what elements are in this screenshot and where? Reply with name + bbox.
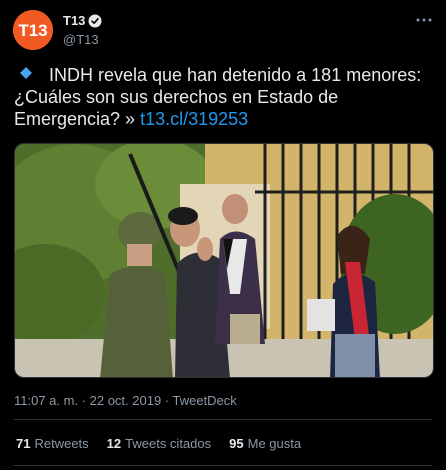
retweets-stat[interactable]: 71 Retweets [16,436,89,452]
engagement-stats: 71 Retweets 12 Tweets citados 95 Me gusta [16,436,301,452]
divider-top [14,419,432,420]
author-names: T13 @T13 [63,13,102,48]
quotes-count: 12 [106,436,122,451]
divider-bottom [14,465,432,466]
diamond-icon [20,67,32,79]
tweet-photo[interactable] [14,143,434,378]
tweet-link[interactable]: t13.cl/319253 [140,109,248,129]
avatar-logo-text: T13 [18,21,47,40]
more-dots-icon [416,18,432,22]
likes-label: Me gusta [247,436,302,451]
display-name[interactable]: T13 [63,13,85,29]
quote-tweets-stat[interactable]: 12 Tweets citados [107,436,211,452]
protest-photo-image [15,144,433,377]
tweet-text: INDH revela que han detenido a 181 menor… [14,64,434,130]
quotes-label: Tweets citados [125,436,212,451]
t13-logo-icon: T13 [13,10,53,50]
handle[interactable]: @T13 [63,32,102,48]
tweet-card[interactable]: T13 T13 @T13 INDH revela que han detenid… [0,0,446,470]
likes-stat[interactable]: 95 Me gusta [229,436,301,452]
verified-badge-icon [88,14,102,28]
retweets-count: 71 [16,436,31,451]
tweet-timestamp[interactable]: 11:07 a. m. · 22 oct. 2019 · TweetDeck [14,393,237,409]
avatar[interactable]: T13 [13,10,53,50]
likes-count: 95 [229,436,244,451]
more-options-button[interactable] [412,10,436,30]
retweets-label: Retweets [34,436,89,451]
